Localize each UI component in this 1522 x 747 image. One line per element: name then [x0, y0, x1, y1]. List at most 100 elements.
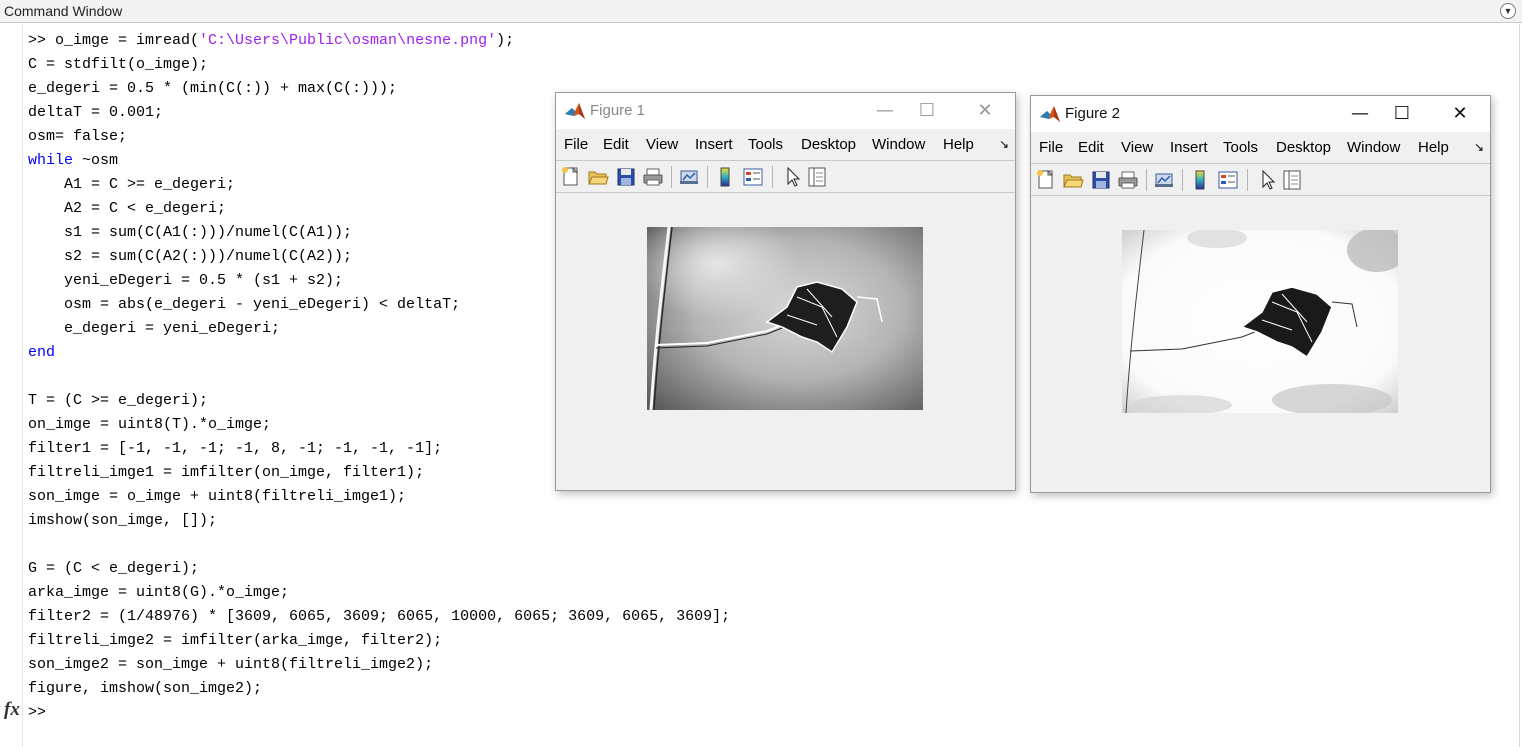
menu-window[interactable]: Window: [872, 136, 925, 153]
code-text: filtreli_imge2 = imfilter(arka_imge, fil…: [28, 632, 443, 649]
code-text: T = (C >= e_degeri);: [28, 392, 209, 409]
menu-edit[interactable]: Edit: [603, 136, 629, 153]
menu-tools[interactable]: Tools: [1223, 139, 1258, 156]
toolbar-separator: [1182, 169, 1183, 191]
print-icon[interactable]: [642, 166, 664, 188]
figure-1-canvas: [556, 194, 1015, 490]
new-figure-icon[interactable]: [560, 166, 582, 188]
command-window-gutter: [0, 24, 23, 747]
pointer-icon[interactable]: [1256, 169, 1278, 191]
command-window-title: Command Window: [4, 3, 123, 19]
link-plot-icon[interactable]: [678, 166, 700, 188]
figure-1-menubar: File Edit View Insert Tools Desktop Wind…: [556, 129, 1015, 160]
save-icon[interactable]: [615, 166, 637, 188]
property-inspector-icon[interactable]: [806, 166, 828, 188]
code-text: on_imge = uint8(T).*o_imge;: [28, 416, 272, 433]
legend-icon[interactable]: [1217, 169, 1239, 191]
toolbar-separator: [1247, 169, 1248, 191]
figure-1-window[interactable]: Figure 1 — ☐ ✕ File Edit View Insert Too…: [555, 92, 1016, 491]
menu-window[interactable]: Window: [1347, 139, 1400, 156]
code-text: son_imge2 = son_imge + uint8(filtreli_im…: [28, 656, 434, 673]
code-keyword: while: [28, 152, 74, 169]
toolbar-separator: [707, 166, 708, 188]
menu-view[interactable]: View: [646, 136, 678, 153]
figure-1-toolbar: [556, 160, 1015, 193]
code-text: imshow(son_imge, []);: [28, 512, 218, 529]
code-text: ~osm: [73, 152, 119, 169]
code-text: filtreli_imge1 = imfilter(on_imge, filte…: [28, 464, 425, 481]
code-line: imshow(son_imge, []);: [28, 511, 730, 535]
new-figure-icon[interactable]: [1035, 169, 1057, 191]
menu-view[interactable]: View: [1121, 139, 1153, 156]
code-text: filter2 = (1/48976) * [3609, 6065, 3609;…: [28, 608, 731, 625]
print-icon[interactable]: [1117, 169, 1139, 191]
toolbar-separator: [1146, 169, 1147, 191]
property-inspector-icon[interactable]: [1281, 169, 1303, 191]
open-folder-icon[interactable]: [587, 166, 609, 188]
code-text: filter1 = [-1, -1, -1; -1, 8, -1; -1, -1…: [28, 440, 443, 457]
menu-tools[interactable]: Tools: [748, 136, 783, 153]
code-line: filtreli_imge2 = imfilter(arka_imge, fil…: [28, 631, 730, 655]
toolbar-separator: [671, 166, 672, 188]
code-text: C = stdfilt(o_imge);: [28, 56, 209, 73]
figure-1-titlebar[interactable]: Figure 1 — ☐ ✕: [556, 93, 1015, 129]
close-icon[interactable]: ✕: [1438, 100, 1482, 128]
code-line: G = (C < e_degeri);: [28, 559, 730, 583]
matlab-logo-icon: [1040, 106, 1060, 122]
colorbar-icon[interactable]: [1189, 169, 1211, 191]
command-window-titlebar: Command Window ▼: [0, 0, 1522, 23]
menu-overflow-icon[interactable]: ↘: [1474, 140, 1484, 154]
maximize-icon[interactable]: ☐: [1380, 100, 1424, 128]
menu-edit[interactable]: Edit: [1078, 139, 1104, 156]
figure-2-menubar: File Edit View Insert Tools Desktop Wind…: [1031, 132, 1490, 163]
menu-desktop[interactable]: Desktop: [801, 136, 856, 153]
open-folder-icon[interactable]: [1062, 169, 1084, 191]
figure-2-titlebar[interactable]: Figure 2 — ☐ ✕: [1031, 96, 1490, 132]
figure-2-toolbar: [1031, 163, 1490, 196]
menu-insert[interactable]: Insert: [1170, 139, 1208, 156]
menu-overflow-icon[interactable]: ↘: [999, 137, 1009, 151]
menu-help[interactable]: Help: [943, 136, 974, 153]
code-text: >> o_imge = imread(: [28, 32, 200, 49]
code-text: G = (C < e_degeri);: [28, 560, 200, 577]
code-text: A2 = C < e_degeri;: [28, 200, 227, 217]
code-line: son_imge2 = son_imge + uint8(filtreli_im…: [28, 655, 730, 679]
legend-icon[interactable]: [742, 166, 764, 188]
matlab-logo-icon: [565, 103, 585, 119]
menu-desktop[interactable]: Desktop: [1276, 139, 1331, 156]
code-string: 'C:\Users\Public\osman\nesne.png': [199, 32, 497, 49]
save-icon[interactable]: [1090, 169, 1112, 191]
code-keyword: end: [28, 344, 56, 361]
menu-help[interactable]: Help: [1418, 139, 1449, 156]
code-text: s2 = sum(C(A2(:)))/numel(C(A2));: [28, 248, 353, 265]
figure-2-canvas: [1031, 197, 1490, 492]
figure-2-window[interactable]: Figure 2 — ☐ ✕ File Edit View Insert Too…: [1030, 95, 1491, 493]
code-line: filter2 = (1/48976) * [3609, 6065, 3609;…: [28, 607, 730, 631]
link-plot-icon[interactable]: [1153, 169, 1175, 191]
figure-1-image: [647, 227, 923, 410]
code-text: s1 = sum(C(A1(:)))/numel(C(A1));: [28, 224, 353, 241]
chevron-down-circle-icon[interactable]: ▼: [1500, 3, 1516, 19]
code-text: e_degeri = 0.5 * (min(C(:)) + max(C(:)))…: [28, 80, 398, 97]
code-line: arka_imge = uint8(G).*o_imge;: [28, 583, 730, 607]
colorbar-icon[interactable]: [714, 166, 736, 188]
minimize-icon[interactable]: —: [1338, 100, 1382, 128]
pointer-icon[interactable]: [781, 166, 803, 188]
maximize-icon[interactable]: ☐: [905, 97, 949, 125]
code-line: >> o_imge = imread('C:\Users\Public\osma…: [28, 31, 730, 55]
code-text: arka_imge = uint8(G).*o_imge;: [28, 584, 290, 601]
minimize-icon[interactable]: —: [863, 97, 907, 125]
command-window-scroll-edge: [1519, 24, 1520, 747]
menu-file[interactable]: File: [1039, 139, 1063, 156]
menu-insert[interactable]: Insert: [695, 136, 733, 153]
menu-file[interactable]: File: [564, 136, 588, 153]
code-text: );: [496, 32, 515, 49]
command-prompt[interactable]: >>: [28, 703, 46, 723]
figure-2-image: [1122, 230, 1398, 413]
code-text: deltaT = 0.001;: [28, 104, 164, 121]
code-text: son_imge = o_imge + uint8(filtreli_imge1…: [28, 488, 407, 505]
fx-icon[interactable]: fx: [4, 699, 20, 721]
figure-1-title: Figure 1: [590, 102, 646, 119]
close-icon[interactable]: ✕: [963, 97, 1007, 125]
